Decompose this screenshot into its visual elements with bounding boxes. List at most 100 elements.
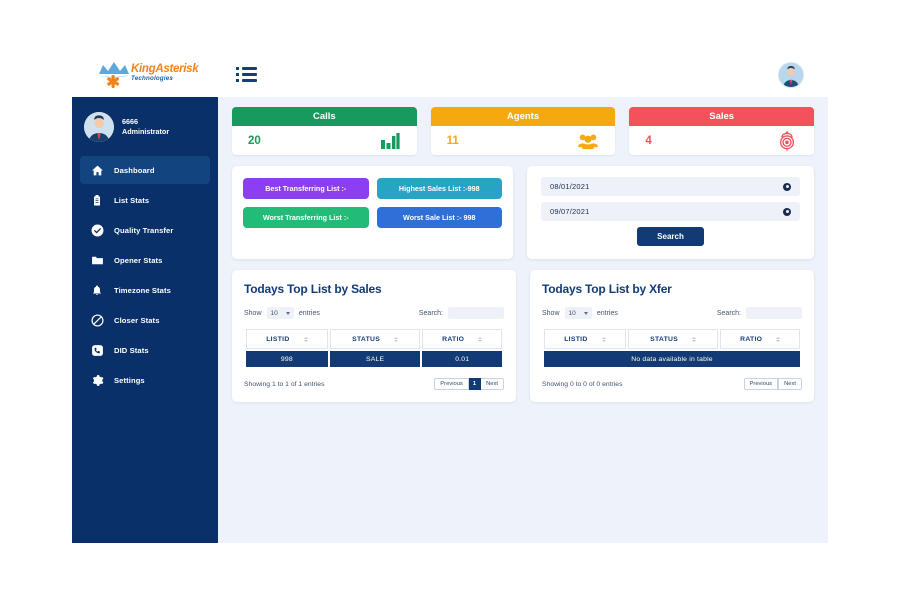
badge-worst-sale-list[interactable]: Worst Sale List :- 998: [376, 207, 502, 228]
phone-square-icon: [90, 343, 104, 357]
stat-card-calls[interactable]: Calls 20: [232, 107, 417, 155]
pagination: Previous 1 Next: [434, 378, 504, 390]
badge-best-transferring-list[interactable]: Best Transferring List :-: [243, 178, 369, 199]
stats-row: Calls 20 Agents 11 Sales 4: [232, 107, 815, 155]
check-circle-icon: [90, 223, 104, 237]
from-date-value: 08/01/2021: [550, 182, 590, 191]
app-window: KingAsterisk Technologies 6666 Administr…: [72, 52, 828, 543]
sidebar-item-label: Settings: [114, 375, 145, 385]
page-size-select[interactable]: 10: [564, 307, 592, 319]
users-icon: [577, 130, 599, 152]
brand-logo[interactable]: KingAsterisk Technologies: [72, 52, 218, 97]
sidebar-user-id: 6666: [122, 117, 138, 127]
sidebar-item-label: Timezone Stats: [114, 285, 171, 295]
previous-page-button[interactable]: Previous: [743, 378, 779, 390]
column-header-listid[interactable]: LISTID: [544, 329, 626, 349]
table-search-input[interactable]: [448, 307, 504, 319]
main-content: Calls 20 Agents 11 Sales 4 Best Transfer…: [218, 97, 828, 543]
sales-data-table: LISTID STATUS RATIO 998 SALE 0.01: [244, 327, 504, 369]
stat-card-title: Agents: [430, 107, 616, 126]
next-page-button[interactable]: Next: [778, 378, 802, 390]
list-badges-panel: Best Transferring List :- Highest Sales …: [232, 166, 513, 259]
clipboard-icon: [90, 193, 104, 207]
entries-label: entries: [596, 309, 618, 317]
brand-tagline: Technologies: [131, 75, 174, 82]
column-header-label: LISTID: [266, 335, 290, 343]
sidebar-item-settings[interactable]: Settings: [80, 366, 210, 394]
page-size-value: 10: [270, 309, 278, 317]
page-title: Todays Top List by Xfer: [542, 282, 672, 296]
cell-listid: 998: [246, 351, 328, 367]
clear-circle-icon[interactable]: [783, 182, 791, 191]
date-filter-panel: 08/01/2021 09/07/2021 Search: [527, 166, 814, 259]
showing-entries-text: Showing 1 to 1 of 1 entries: [244, 380, 325, 388]
home-icon: [90, 163, 104, 177]
folder-icon: [90, 253, 104, 267]
column-header-ratio[interactable]: RATIO: [422, 329, 502, 349]
sidebar: 6666 Administrator Dashboard List Stats …: [72, 97, 218, 543]
sidebar-item-label: Dashboard: [114, 165, 155, 175]
table-row[interactable]: 998 SALE 0.01: [246, 351, 502, 367]
sort-icon: [478, 336, 483, 342]
cell-ratio: 0.01: [422, 351, 502, 367]
clear-circle-icon[interactable]: [783, 207, 791, 216]
pagination: Previous Next: [743, 378, 802, 390]
empty-table-message: No data available in table: [544, 351, 800, 367]
table-search-input[interactable]: [746, 307, 802, 319]
sidebar-item-quality-transfer[interactable]: Quality Transfer: [80, 216, 210, 244]
column-header-label: STATUS: [352, 335, 381, 343]
bell-icon: [90, 283, 104, 297]
sidebar-item-label: DID Stats: [114, 345, 149, 355]
next-page-button[interactable]: Next: [481, 378, 504, 390]
sidebar-item-label: Quality Transfer: [114, 225, 174, 235]
sidebar-item-did-stats[interactable]: DID Stats: [80, 336, 210, 364]
chevron-down-icon: [583, 311, 588, 315]
page-size-select[interactable]: 10: [266, 307, 294, 319]
hamburger-list-icon[interactable]: [236, 64, 258, 86]
stat-card-value: 20: [248, 134, 261, 147]
show-label: Show: [244, 309, 262, 317]
entries-label: entries: [298, 309, 320, 317]
ban-circle-icon: [90, 313, 104, 327]
avatar[interactable]: [778, 61, 804, 88]
top-list-by-xfer-panel: Todays Top List by Xfer Show 10 entries …: [530, 270, 814, 402]
sort-icon: [692, 336, 697, 342]
sidebar-user-role: Administrator: [122, 127, 170, 136]
to-date-value: 09/07/2021: [550, 207, 590, 216]
page-size-value: 10: [568, 309, 576, 317]
sort-icon: [303, 336, 308, 342]
stat-card-sales[interactable]: Sales 4: [629, 107, 815, 155]
sidebar-item-opener-stats[interactable]: Opener Stats: [80, 246, 210, 274]
column-header-label: RATIO: [442, 335, 465, 343]
previous-page-button[interactable]: Previous: [434, 378, 469, 390]
sidebar-avatar-icon: [84, 112, 114, 142]
to-date-field[interactable]: 09/07/2021: [541, 202, 800, 221]
stat-card-agents[interactable]: Agents 11: [430, 107, 616, 155]
badge-highest-sales-list[interactable]: Highest Sales List :-998: [376, 178, 502, 199]
showing-entries-text: Showing 0 to 0 of 0 entries: [542, 380, 623, 388]
column-header-ratio[interactable]: RATIO: [720, 329, 800, 349]
table-search-group: Search:: [717, 307, 802, 319]
sidebar-user-profile[interactable]: 6666 Administrator: [72, 107, 218, 156]
from-date-field[interactable]: 08/01/2021: [541, 177, 800, 196]
sidebar-item-timezone-stats[interactable]: Timezone Stats: [80, 276, 210, 304]
gear-icon: [90, 373, 104, 387]
sidebar-item-list-stats[interactable]: List Stats: [80, 186, 210, 214]
sidebar-item-label: Opener Stats: [114, 255, 163, 265]
sidebar-item-closer-stats[interactable]: Closer Stats: [80, 306, 210, 334]
table-search-group: Search:: [419, 307, 504, 319]
chevron-down-icon: [285, 311, 290, 315]
column-header-status[interactable]: STATUS: [627, 329, 719, 349]
page-number-button[interactable]: 1: [468, 378, 482, 390]
brand-name: KingAsterisk: [131, 62, 199, 75]
badge-worst-transferring-list[interactable]: Worst Transferring List :-: [243, 207, 369, 228]
sort-icon: [394, 336, 399, 342]
column-header-label: LISTID: [564, 335, 588, 343]
stat-card-title: Sales: [629, 107, 815, 126]
column-header-listid[interactable]: LISTID: [246, 329, 328, 349]
search-button[interactable]: Search: [637, 227, 704, 246]
sidebar-item-dashboard[interactable]: Dashboard: [80, 156, 210, 184]
column-header-status[interactable]: STATUS: [329, 329, 421, 349]
tables-row: Todays Top List by Sales Show 10 entries…: [232, 270, 814, 402]
stat-card-value: 11: [446, 134, 459, 147]
